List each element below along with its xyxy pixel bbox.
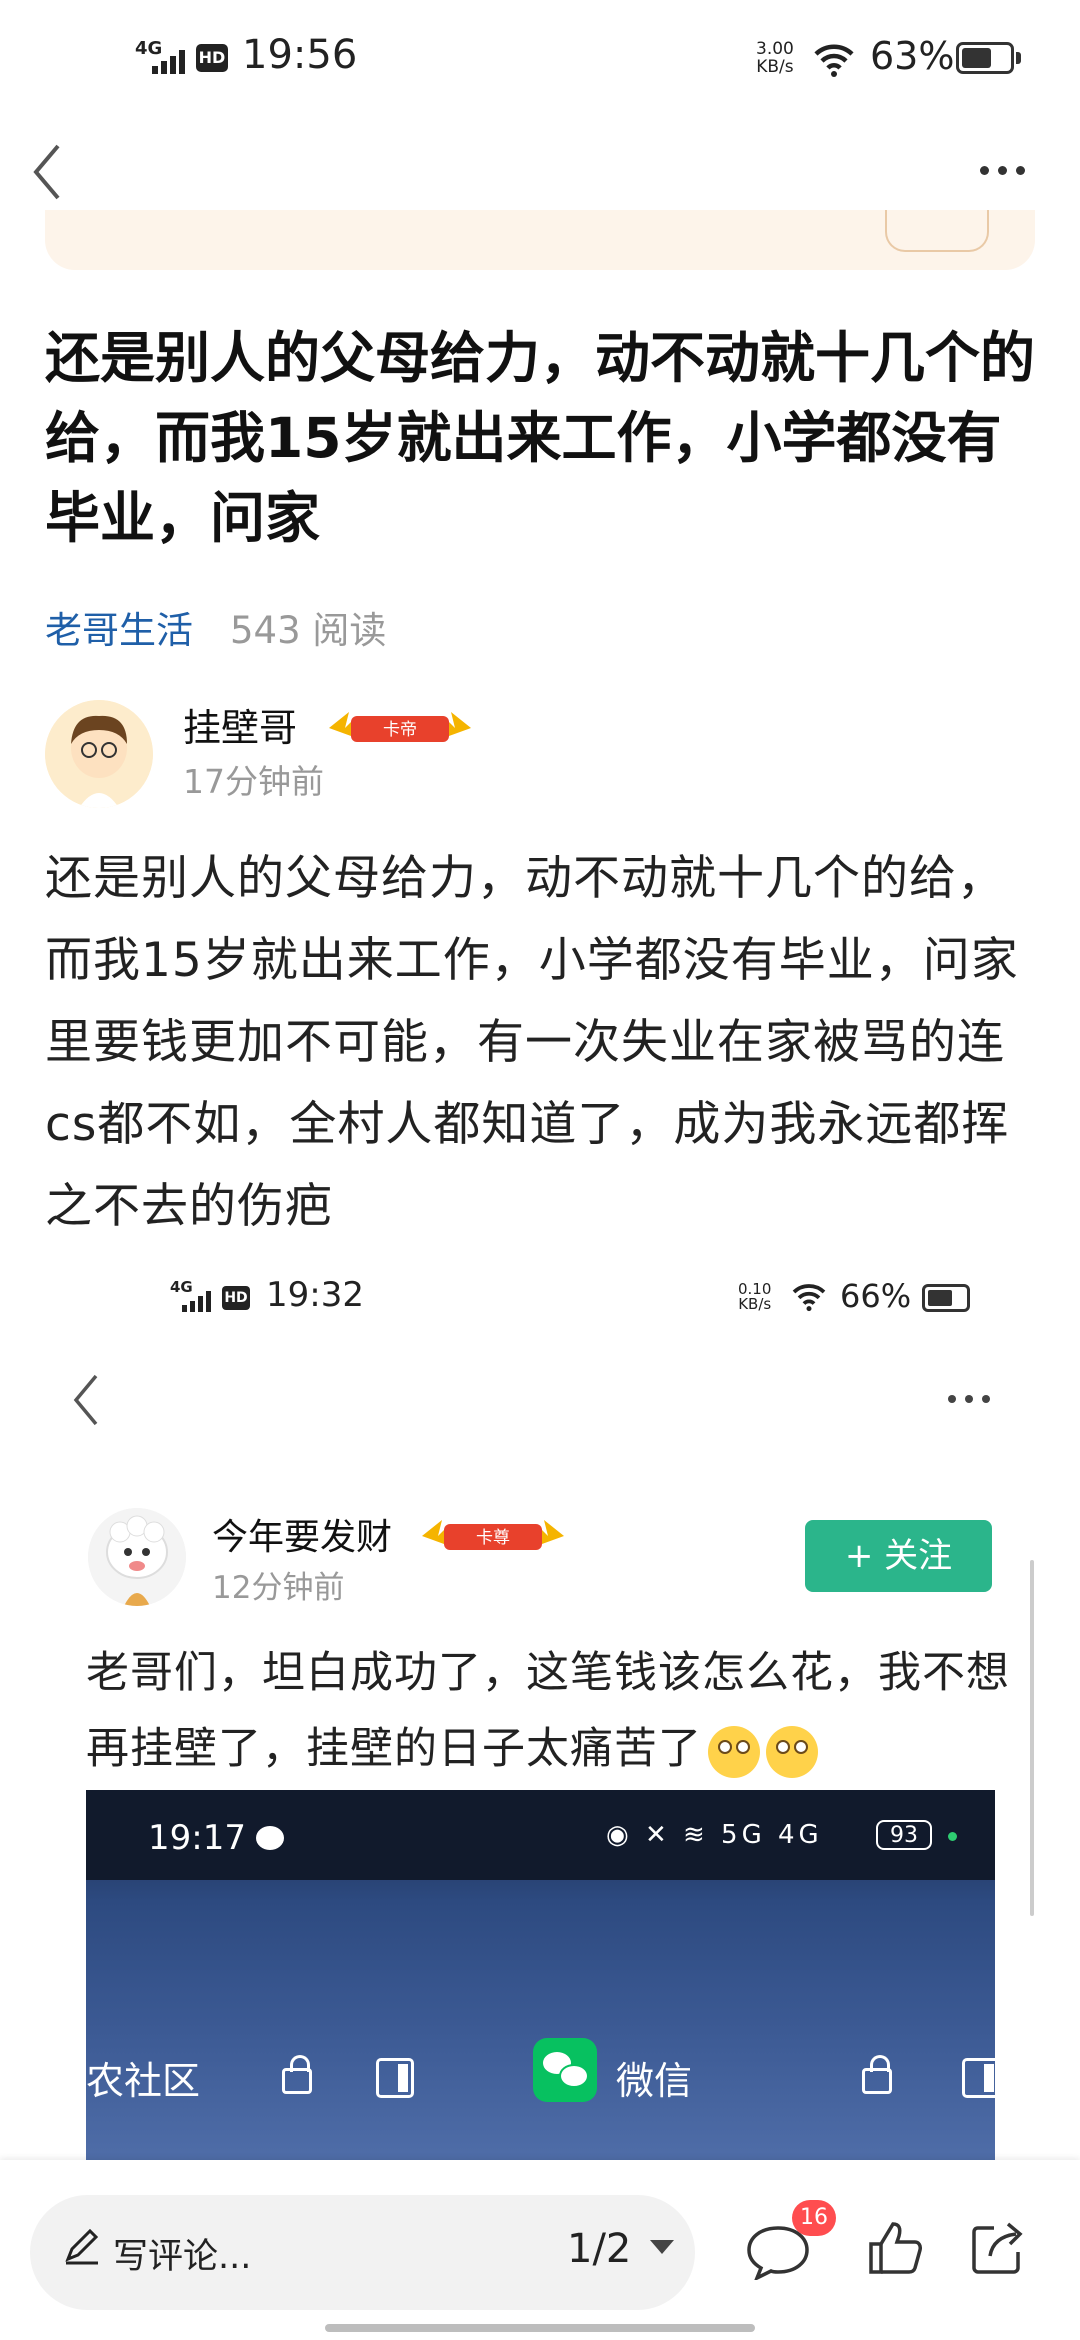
phone-battery-icon: 93 — [876, 1820, 932, 1850]
follow-button[interactable]: + 关注 — [805, 1520, 992, 1592]
back-arrow-icon[interactable] — [28, 140, 68, 204]
crying-emoji-icon — [708, 1725, 760, 1778]
wifi-icon — [814, 44, 854, 77]
embedded-more-icon — [948, 1395, 990, 1403]
banner-button[interactable] — [885, 210, 989, 252]
lock-icon — [282, 2055, 312, 2094]
embedded-rank-badge: 卡尊 — [422, 1520, 564, 1550]
comment-count-badge: 16 — [792, 2200, 836, 2236]
embedded-network-speed: 0.10 KB/s — [738, 1280, 772, 1313]
home-indicator[interactable] — [325, 2324, 755, 2332]
share-icon[interactable] — [968, 2218, 1028, 2278]
status-bar: 4G HD 19:56 3.00 KB/s 63% — [0, 0, 1080, 120]
scrollbar[interactable] — [1030, 1560, 1034, 1916]
embedded-hd-icon: HD — [222, 1286, 250, 1310]
network-speed: 3.00 KB/s — [756, 39, 794, 77]
pen-icon — [65, 2228, 99, 2265]
crying-emoji-icon — [766, 1725, 818, 1778]
embedded-status-time: 19:32 — [266, 1275, 364, 1315]
rank-badge: 卡帝 — [329, 712, 471, 742]
signal-icon — [152, 48, 192, 74]
chevron-down-icon[interactable] — [650, 2240, 674, 2254]
wechat-icon — [533, 2038, 597, 2102]
hd-icon: HD — [196, 44, 228, 72]
embedded-badge-text: 卡尊 — [476, 1528, 510, 1548]
battery-tip — [1016, 52, 1021, 64]
panel-icon — [376, 2058, 414, 2098]
embedded-battery-icon — [922, 1284, 970, 1312]
article-title: 还是别人的父母给力，动不动就十几个的给，而我15岁就出来工作，小学都没有毕业，问… — [45, 326, 1036, 550]
more-options-icon[interactable] — [980, 166, 1025, 175]
badge-text: 卡帝 — [383, 720, 417, 740]
embedded-wifi-icon — [792, 1284, 826, 1312]
source-link[interactable]: 老哥生活 — [45, 600, 193, 654]
embedded-signal-icon — [182, 1290, 218, 1312]
post-time: 17分钟前 — [183, 762, 324, 801]
green-dot-icon — [948, 1832, 957, 1841]
comment-placeholder[interactable]: 写评论... — [113, 2228, 251, 2279]
lock-icon — [862, 2055, 892, 2094]
status-time: 19:56 — [242, 32, 358, 78]
embedded-battery-percent: 66% — [840, 1277, 912, 1315]
like-icon[interactable] — [865, 2218, 925, 2278]
battery-icon — [956, 42, 1014, 74]
phone-app-label: 农社区 — [86, 2059, 201, 2103]
article-body: 还是别人的父母给力，动不动就十几个的给，而我15岁就出来工作，小学都没有毕业，问… — [45, 851, 1019, 1234]
panel-icon — [962, 2058, 995, 2098]
embedded-author-name: 今年要发财 — [212, 1517, 393, 1558]
page-indicator[interactable]: 1/2 — [567, 2226, 631, 2272]
embedded-post-text: 老哥们，坦白成功了，这笔钱该怎么花，我不想再挂壁了，挂壁的日子太痛苦了 — [86, 1635, 1021, 1787]
author-avatar[interactable] — [45, 700, 153, 808]
embedded-post-time: 12分钟前 — [212, 1570, 345, 1606]
phone-status-icons: ◉ ✕ ≋ 5G 4G — [606, 1820, 823, 1850]
view-count: 543 阅读 — [230, 609, 387, 652]
embedded-back-arrow-icon — [73, 1374, 98, 1426]
author-name[interactable]: 挂壁哥 — [183, 697, 297, 752]
battery-percent: 63% — [870, 34, 955, 78]
embedded-phone-screenshot[interactable]: 19:17 ◉ ✕ ≋ 5G 4G 93 农社区 微信 — [86, 1790, 995, 2160]
wechat-label: 微信 — [616, 2059, 693, 2103]
phone-time: 19:17 — [148, 1818, 246, 1858]
chat-bubble-icon — [256, 1826, 284, 1850]
embedded-author-avatar — [88, 1508, 186, 1606]
